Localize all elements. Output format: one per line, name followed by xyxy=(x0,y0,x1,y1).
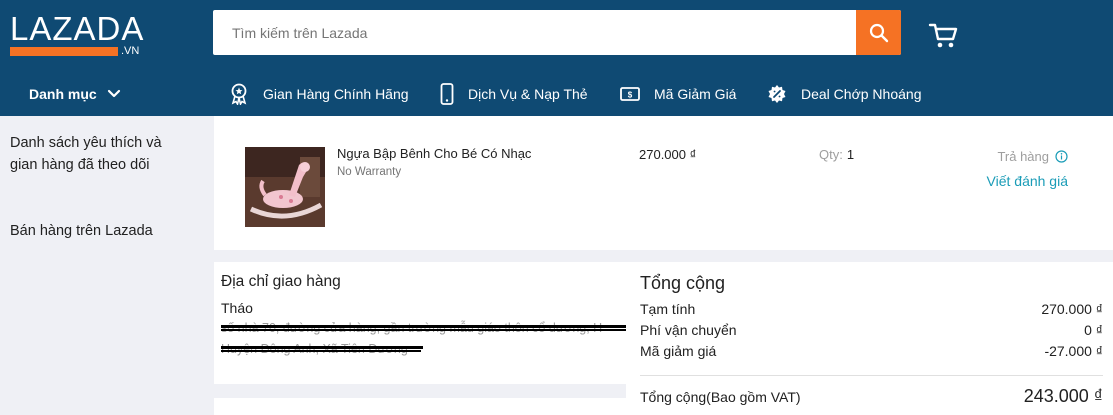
sidebar-item-wishlist[interactable]: Danh sách yêu thích và gian hàng đã theo… xyxy=(10,132,180,176)
redaction-mark xyxy=(221,329,631,331)
quantity-value: 1 xyxy=(846,147,855,162)
return-link[interactable]: Trả hàng xyxy=(997,149,1068,164)
grand-total-row: Tổng cộng(Bao gồm VAT) 243.000 ₫ xyxy=(640,386,1103,407)
recipient-name: Tháo xyxy=(221,300,253,316)
summary-title: Tổng cộng xyxy=(640,273,726,293)
nav-item-label: Dịch Vụ & Nạp Thẻ xyxy=(468,86,588,102)
redaction-mark xyxy=(221,346,423,349)
nav-item-flash-deals[interactable]: Deal Chớp Nhoáng xyxy=(767,82,921,106)
product-name[interactable]: Ngựa Bập Bênh Cho Bé Có Nhạc xyxy=(337,146,531,161)
shipping-address-title: Địa chỉ giao hàng xyxy=(221,273,341,290)
shipping-fee-row: Phí vận chuyển 0 ₫ xyxy=(640,322,1103,338)
nav-item-services[interactable]: Dịch Vụ & Nạp Thẻ xyxy=(440,82,588,106)
logo-suffix: .VN xyxy=(121,45,140,57)
grand-total-value: 243.000 ₫ xyxy=(1023,386,1103,406)
product-thumbnail[interactable] xyxy=(245,147,325,227)
nav-item-label: Mã Giảm Giá xyxy=(654,86,737,102)
redaction-mark xyxy=(221,350,421,352)
nav-item-vouchers[interactable]: $ Mã Giảm Giá xyxy=(620,82,736,106)
product-quantity: Qty: 1 xyxy=(819,147,854,162)
category-menu[interactable]: Danh mục xyxy=(29,86,121,102)
redaction-mark xyxy=(221,325,633,328)
subtotal-row: Tạm tính 270.000 ₫ xyxy=(640,301,1103,317)
grand-total-label: Tổng cộng(Bao gồm VAT) xyxy=(640,389,801,405)
top-header: LAZADA .VN Danh mục xyxy=(0,0,1113,116)
category-menu-label: Danh mục xyxy=(29,86,97,102)
summary-divider xyxy=(640,375,1103,376)
shipping-fee-label: Phí vận chuyển xyxy=(640,322,737,338)
order-item-panel: Ngựa Bập Bênh Cho Bé Có Nhạc No Warranty… xyxy=(214,116,1113,250)
nav-item-label: Gian Hàng Chính Hãng xyxy=(263,86,409,102)
logo-text: LAZADA xyxy=(10,10,145,47)
ribbon-badge-icon xyxy=(229,83,249,105)
search-icon xyxy=(869,23,888,42)
discount-row: Mã giảm giá -27.000 ₫ xyxy=(640,343,1103,359)
discount-label: Mã giảm giá xyxy=(640,343,717,359)
discount-value: -27.000 ₫ xyxy=(1044,343,1103,359)
nav-item-official-stores[interactable]: Gian Hàng Chính Hãng xyxy=(229,82,409,106)
order-summary-panel: Tổng cộng Tạm tính 270.000 ₫ Phí vận chu… xyxy=(626,262,1113,415)
product-price: 270.000 ₫ xyxy=(639,147,697,162)
voucher-icon: $ xyxy=(620,87,640,101)
phone-icon xyxy=(440,83,454,105)
shipping-fee-value: 0 ₫ xyxy=(1084,322,1103,338)
subtotal-label: Tạm tính xyxy=(640,301,696,317)
flash-deal-icon xyxy=(767,84,787,104)
subtotal-value: 270.000 ₫ xyxy=(1041,301,1103,317)
product-warranty: No Warranty xyxy=(337,166,402,178)
address-line-1: số nhà 70, đường cửa hàng, gần trường mẫ… xyxy=(221,321,603,335)
info-icon[interactable] xyxy=(1055,150,1068,163)
search-input[interactable] xyxy=(213,10,856,55)
address-line-2: Huyện Đông Anh, Xã Tiên Dương xyxy=(221,342,408,356)
chevron-down-icon xyxy=(107,89,120,98)
search-button[interactable] xyxy=(856,10,901,55)
return-label: Trả hàng xyxy=(997,149,1049,164)
cart-icon xyxy=(928,23,958,48)
svg-text:$: $ xyxy=(628,91,633,100)
search-bar xyxy=(213,10,901,55)
sidebar-item-sell-on-lazada[interactable]: Bán hàng trên Lazada xyxy=(10,220,190,242)
write-review-link[interactable]: Viết đánh giá xyxy=(987,173,1068,189)
billing-address-panel xyxy=(214,398,634,415)
cart-button[interactable] xyxy=(928,22,960,50)
quantity-label: Qty: xyxy=(819,147,843,162)
logo-underline xyxy=(10,47,118,56)
nav-item-label: Deal Chớp Nhoáng xyxy=(801,86,922,102)
lazada-logo[interactable]: LAZADA .VN xyxy=(10,12,143,58)
account-sidebar: Danh sách yêu thích và gian hàng đã theo… xyxy=(0,116,212,415)
shipping-address-panel: Địa chỉ giao hàng Tháo số nhà 70, đường … xyxy=(214,262,634,384)
